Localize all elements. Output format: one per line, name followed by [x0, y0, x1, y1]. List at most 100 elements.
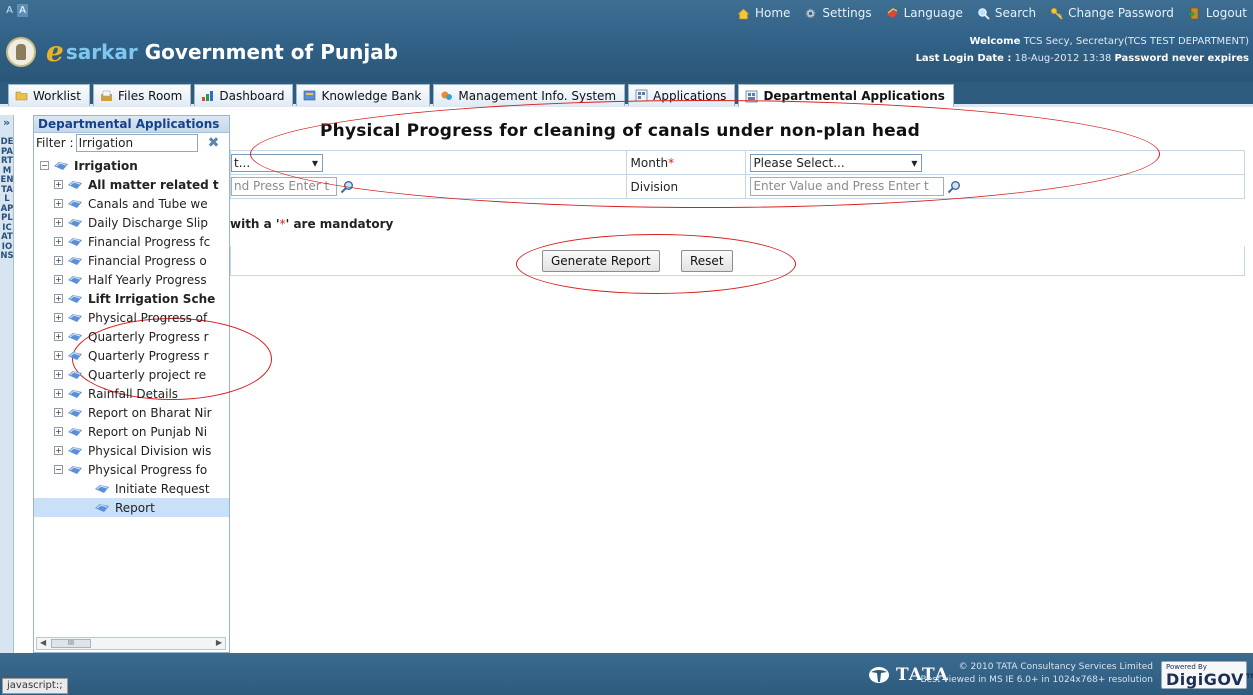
app-header: A A Home Settings Language Search Change… — [0, 0, 1253, 82]
expand-icon[interactable]: + — [54, 389, 63, 398]
logout-icon — [1188, 7, 1199, 19]
expand-icon[interactable]: + — [54, 427, 63, 436]
departmental-applications-icon — [746, 90, 758, 102]
home-link[interactable]: Home — [737, 6, 790, 20]
tree-node[interactable]: + Quarterly Progress r — [34, 346, 229, 365]
clear-filter-icon[interactable]: ✖ — [208, 135, 220, 151]
tree-node[interactable]: + All matter related t — [34, 175, 229, 194]
tree-node-irrigation[interactable]: − Irrigation — [34, 156, 229, 175]
tree-node[interactable]: + Rainfall Details — [34, 384, 229, 403]
left-text-input[interactable]: nd Press Enter t — [231, 177, 337, 196]
tree-node[interactable]: + Financial Progress fc — [34, 232, 229, 251]
tree-leaf-selected[interactable]: Report — [34, 498, 229, 517]
tree-node-label: Canals and Tube we — [88, 196, 208, 211]
scroll-left-icon[interactable]: ◀ — [40, 638, 46, 647]
month-label-cell: Month* — [625, 150, 747, 175]
expand-icon[interactable]: + — [54, 294, 63, 303]
tree-node[interactable]: + Lift Irrigation Sche — [34, 289, 229, 308]
expand-icon[interactable]: + — [54, 351, 63, 360]
expand-icon[interactable]: + — [54, 446, 63, 455]
expand-icon[interactable]: + — [54, 313, 63, 322]
mandatory-suffix: ' are mandatory — [285, 217, 394, 231]
departmental-applications-panel: Departmental Applications Filter : Irrig… — [33, 115, 230, 653]
expand-icon[interactable]: + — [54, 218, 63, 227]
required-star: * — [668, 155, 675, 170]
tab-dashboard[interactable]: Dashboard — [194, 84, 294, 106]
expand-icon[interactable]: + — [54, 370, 63, 379]
lookup-search-icon[interactable] — [340, 180, 354, 194]
tree-node[interactable]: + Quarterly Progress r — [34, 327, 229, 346]
font-small-toggle[interactable]: A — [4, 4, 15, 17]
tree-node[interactable]: − Physical Progress fo — [34, 460, 229, 479]
tree-node-icon — [68, 256, 82, 265]
language-link[interactable]: Language — [886, 6, 963, 20]
tree-node[interactable]: + Physical Progress of — [34, 308, 229, 327]
tab-files-room[interactable]: Files Room — [93, 84, 192, 106]
welcome-label: Welcome — [969, 36, 1021, 47]
tab-departmental-applications[interactable]: Departmental Applications — [738, 84, 954, 107]
brand-sarkar: sarkar — [65, 40, 138, 64]
expand-icon[interactable]: + — [54, 332, 63, 341]
expand-panel-icon[interactable]: » — [0, 116, 13, 129]
expand-icon[interactable]: + — [54, 275, 63, 284]
tree-leaf-label: Initiate Request — [115, 481, 210, 496]
report-criteria-form: t... ▾ Month* Please Select... ▾ nd Press … — [230, 150, 1245, 199]
generate-report-button[interactable]: Generate Report — [542, 250, 660, 272]
tree-node-label: Financial Progress fc — [88, 234, 211, 249]
brand-e: e — [46, 35, 64, 68]
month-select[interactable]: Please Select... ▾ — [750, 153, 923, 172]
tree-node[interactable]: + Daily Discharge Slip — [34, 213, 229, 232]
tree-node-label: Daily Discharge Slip — [88, 215, 208, 230]
tab-management-info-system[interactable]: Management Info. System — [433, 84, 626, 106]
font-large-toggle[interactable]: A — [17, 4, 28, 17]
month-select-value: Please Select... — [753, 155, 845, 170]
division-lookup-search-icon[interactable] — [947, 180, 961, 194]
tab-management-info-system-label: Management Info. System — [458, 88, 617, 103]
scroll-right-icon[interactable]: ▶ — [216, 638, 222, 647]
tab-applications[interactable]: Applications — [628, 84, 736, 106]
mandatory-prefix: with a ' — [230, 217, 280, 231]
tree-node[interactable]: + Report on Bharat Nir — [34, 403, 229, 422]
tab-knowledge-bank[interactable]: Knowledge Bank — [296, 84, 431, 106]
filter-label: Filter : — [36, 136, 74, 150]
filter-input[interactable]: Irrigation — [75, 134, 198, 152]
tree-node[interactable]: + Half Yearly Progress — [34, 270, 229, 289]
tree-node-icon — [68, 332, 82, 341]
tree-horizontal-scrollbar[interactable]: ◀ III ▶ — [36, 637, 226, 650]
change-password-link[interactable]: Change Password — [1050, 6, 1174, 20]
tree-node[interactable]: + Financial Progress o — [34, 251, 229, 270]
expand-icon[interactable]: + — [54, 180, 63, 189]
scroll-thumb[interactable]: III — [51, 639, 91, 648]
tree-leaf-label: Report — [115, 500, 155, 515]
tree-node-label: Irrigation — [74, 158, 138, 173]
digigov-wordmark: DigiGOV™ — [1166, 670, 1253, 689]
tab-worklist[interactable]: Worklist — [8, 84, 91, 106]
last-login-value: 18-Aug-2012 13:38 — [1014, 53, 1112, 64]
left-select[interactable]: t... ▾ — [231, 153, 323, 172]
tree-leaf[interactable]: Initiate Request — [34, 479, 229, 498]
tree-node[interactable]: + Physical Division wis — [34, 441, 229, 460]
tree-node[interactable]: + Report on Punjab Ni — [34, 422, 229, 441]
logout-link[interactable]: Logout — [1188, 6, 1247, 20]
tree-node-icon — [54, 161, 68, 170]
month-label: Month — [630, 155, 669, 170]
collapsed-panel-strip[interactable]: » DEPARTMENTAL APPLICATIONS — [0, 115, 14, 653]
expand-icon[interactable]: + — [54, 237, 63, 246]
reset-button[interactable]: Reset — [681, 250, 733, 272]
tree-node[interactable]: + Quarterly project re — [34, 365, 229, 384]
expand-icon[interactable]: + — [54, 408, 63, 417]
collapse-icon[interactable]: − — [40, 161, 49, 170]
collapse-icon[interactable]: − — [54, 465, 63, 474]
search-link[interactable]: Search — [977, 6, 1036, 20]
search-icon — [978, 7, 990, 20]
digigov-logo: Powered By DigiGOV™ — [1161, 661, 1253, 689]
expand-icon[interactable]: + — [54, 199, 63, 208]
tree-node[interactable]: + Canals and Tube we — [34, 194, 229, 213]
folder-icon — [15, 91, 28, 101]
expand-icon[interactable]: + — [54, 256, 63, 265]
settings-link[interactable]: Settings — [804, 6, 872, 20]
panel-title: Departmental Applications — [34, 116, 229, 133]
division-input[interactable]: Enter Value and Press Enter t — [750, 177, 945, 196]
tree-node-label: Financial Progress o — [88, 253, 207, 268]
tree-node-icon — [68, 465, 82, 474]
